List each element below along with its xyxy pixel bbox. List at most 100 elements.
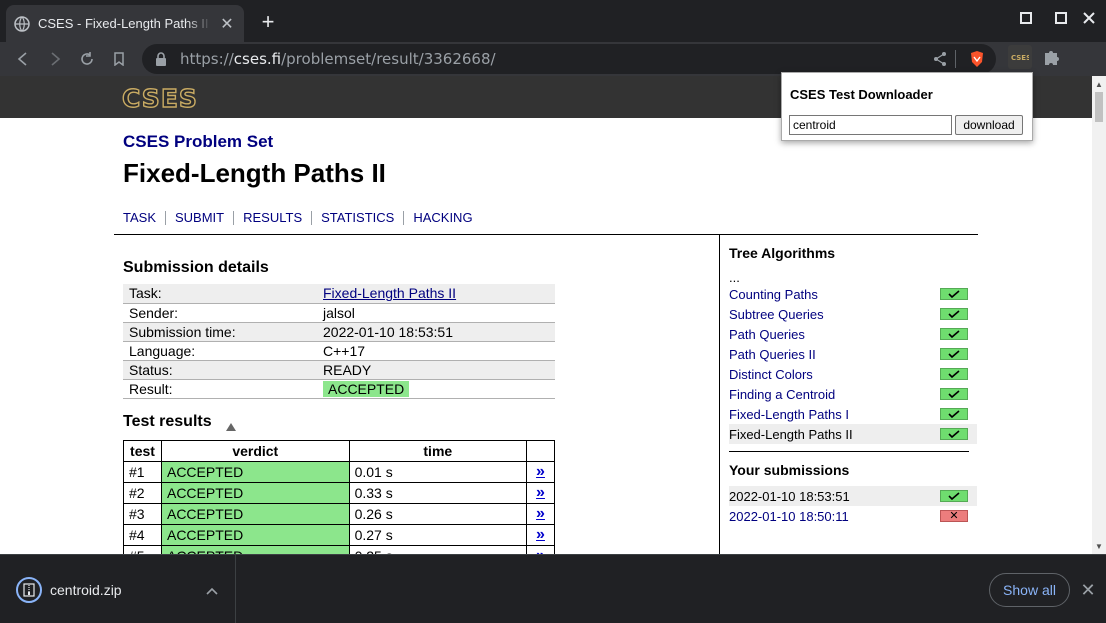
lock-icon[interactable] xyxy=(154,52,168,66)
submission-details-heading: Submission details xyxy=(123,259,269,276)
detail-value: ACCEPTED xyxy=(317,379,555,399)
sidebar-task-link[interactable]: Counting Paths xyxy=(729,287,818,302)
collapse-triangle-icon[interactable] xyxy=(226,418,236,431)
sidebar-divider xyxy=(719,234,720,554)
view-test-link[interactable]: » xyxy=(536,463,545,480)
your-submissions-heading: Your submissions xyxy=(729,462,850,478)
table-row: #2 ACCEPTED 0.33 s » xyxy=(123,482,555,504)
test-details-cell: » xyxy=(526,482,555,504)
sidebar-item: Finding a Centroid xyxy=(729,384,977,404)
close-download-bar-icon[interactable]: ✕ xyxy=(1080,580,1096,601)
nav-hacking[interactable]: HACKING xyxy=(403,211,481,225)
share-icon[interactable] xyxy=(932,51,948,67)
test-details-cell: » xyxy=(526,461,555,483)
forward-icon[interactable] xyxy=(42,46,68,72)
sidebar-task-link[interactable]: Finding a Centroid xyxy=(729,387,835,402)
checkmark-icon xyxy=(940,490,968,502)
extensions-puzzle-icon[interactable] xyxy=(1042,47,1062,67)
detail-value: jalsol xyxy=(317,303,555,323)
detail-label: Submission time: xyxy=(123,322,317,342)
table-row: #5 ACCEPTED 0.25 s » xyxy=(123,545,555,554)
detail-label: Sender: xyxy=(123,303,317,323)
sidebar-ellipsis: ... xyxy=(729,270,740,285)
task-link[interactable]: Fixed-Length Paths II xyxy=(323,285,456,301)
back-icon[interactable] xyxy=(10,46,36,72)
column-header-verdict: verdict xyxy=(160,440,350,462)
download-button[interactable]: download xyxy=(955,115,1023,135)
problemset-title[interactable]: CSES Problem Set xyxy=(123,132,273,152)
nav-submit[interactable]: SUBMIT xyxy=(165,211,233,225)
chevron-up-icon[interactable] xyxy=(206,583,218,595)
submission-list: 2022-01-10 18:53:51 2022-01-10 18:50:11 … xyxy=(729,486,977,526)
web-page: CSES CSES Problem Set Fixed-Length Paths… xyxy=(0,76,1092,554)
view-test-link[interactable]: » xyxy=(536,547,545,554)
browser-toolbar: https://cses.fi/problemset/result/336266… xyxy=(0,42,1106,107)
test-time: 0.33 s xyxy=(348,482,528,504)
close-window-icon[interactable] xyxy=(1077,6,1101,30)
url-text: https://cses.fi/problemset/result/336266… xyxy=(180,50,496,68)
address-bar[interactable]: https://cses.fi/problemset/result/336266… xyxy=(142,44,996,74)
scroll-up-arrow-icon[interactable]: ▲ xyxy=(1092,80,1106,90)
sidebar-task-link[interactable]: Subtree Queries xyxy=(729,307,824,322)
browser-tab[interactable]: CSES - Fixed-Length Paths II - F ✕ xyxy=(6,5,244,42)
cses-logo[interactable]: CSES xyxy=(121,83,198,113)
test-results-heading: Test results xyxy=(123,413,212,430)
sidebar-task-link[interactable]: Distinct Colors xyxy=(729,367,813,382)
sidebar-task-link[interactable]: Fixed-Length Paths I xyxy=(729,407,849,422)
show-all-downloads-button[interactable]: Show all xyxy=(989,573,1070,607)
nav-task[interactable]: TASK xyxy=(123,211,165,225)
tab-strip: CSES - Fixed-Length Paths II - F ✕ + xyxy=(0,0,1106,42)
view-test-link[interactable]: » xyxy=(536,526,545,543)
table-row: Status: READY xyxy=(123,360,555,380)
cses-extension-icon[interactable]: CSES xyxy=(1008,45,1032,69)
column-header-time: time xyxy=(348,440,528,462)
page-scrollbar[interactable]: ▲ ▼ xyxy=(1092,76,1106,554)
view-test-link[interactable]: » xyxy=(536,505,545,522)
table-row: #4 ACCEPTED 0.27 s » xyxy=(123,524,555,546)
brave-shields-icon[interactable] xyxy=(968,50,986,68)
content-divider xyxy=(114,234,978,235)
nav-results[interactable]: RESULTS xyxy=(233,211,311,225)
test-time: 0.01 s xyxy=(348,461,528,483)
page-title: Fixed-Length Paths II xyxy=(123,158,386,188)
submission-link[interactable]: 2022-01-10 18:50:11 xyxy=(729,509,849,524)
view-test-link[interactable]: » xyxy=(536,484,545,501)
table-row: Result: ACCEPTED xyxy=(123,379,555,399)
sidebar-task-link[interactable]: Path Queries II xyxy=(729,347,816,362)
column-header-test: test xyxy=(123,440,162,462)
test-downloader-popup: CSES Test Downloader download xyxy=(781,72,1033,141)
test-verdict: ACCEPTED xyxy=(160,524,350,546)
checkmark-icon xyxy=(940,408,968,420)
test-number: #3 xyxy=(123,503,162,525)
reload-icon[interactable] xyxy=(74,46,100,72)
submission-item: 2022-01-10 18:50:11 ✕ xyxy=(729,506,977,526)
task-nav: TASK SUBMIT RESULTS STATISTICS HACKING xyxy=(123,211,482,225)
table-row: #3 ACCEPTED 0.26 s » xyxy=(123,503,555,525)
submission-item-current: 2022-01-10 18:53:51 xyxy=(729,486,977,506)
detail-value: Fixed-Length Paths II xyxy=(317,284,555,304)
test-verdict: ACCEPTED xyxy=(160,545,350,554)
test-details-cell: » xyxy=(526,503,555,525)
table-row: Language: C++17 xyxy=(123,341,555,361)
sidebar-task-link[interactable]: Path Queries xyxy=(729,327,805,342)
detail-value: 2022-01-10 18:53:51 xyxy=(317,322,555,342)
maximize-window-icon[interactable] xyxy=(1049,6,1073,30)
scroll-down-arrow-icon[interactable]: ▼ xyxy=(1092,542,1106,552)
tab-close-icon[interactable]: ✕ xyxy=(218,14,236,34)
table-row: Submission time: 2022-01-10 18:53:51 xyxy=(123,322,555,342)
sidebar-item: Fixed-Length Paths I xyxy=(729,404,977,424)
scroll-thumb[interactable] xyxy=(1095,92,1103,122)
download-item[interactable]: centroid.zip xyxy=(0,555,236,623)
table-row: Task: Fixed-Length Paths II xyxy=(123,284,555,304)
sidebar-section-divider xyxy=(729,451,969,452)
checkmark-icon xyxy=(940,328,968,340)
restore-window-icon[interactable] xyxy=(1014,6,1038,30)
svg-text:CSES: CSES xyxy=(1011,54,1029,61)
test-verdict: ACCEPTED xyxy=(160,503,350,525)
task-name-input[interactable] xyxy=(789,115,952,135)
test-results-table: test verdict time #1 ACCEPTED 0.01 s » #… xyxy=(123,440,555,554)
new-tab-button[interactable]: + xyxy=(256,9,280,35)
nav-statistics[interactable]: STATISTICS xyxy=(311,211,403,225)
bookmark-icon[interactable] xyxy=(106,46,132,72)
sidebar-item-current: Fixed-Length Paths II xyxy=(729,424,977,444)
